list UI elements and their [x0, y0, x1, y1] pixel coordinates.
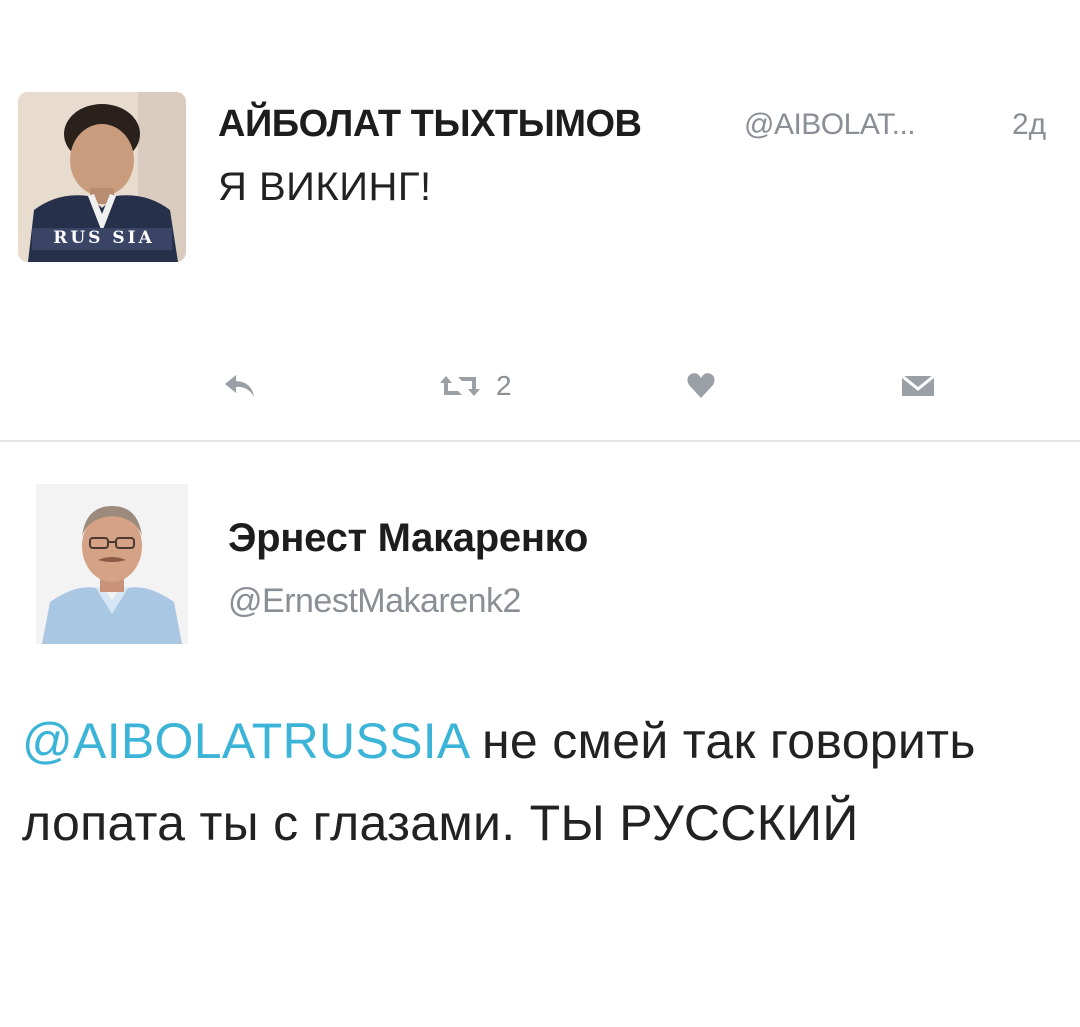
tweet-text: Я ВИКИНГ! [218, 165, 432, 209]
avatar-aibolat[interactable]: RUS SIA [18, 92, 186, 262]
author-handle[interactable]: @AIBOLAT... [744, 108, 916, 142]
reply-icon [225, 375, 254, 397]
tweet-time[interactable]: 2д [1012, 108, 1046, 142]
tweet-1: RUS SIA АЙБОЛАТ ТЫХТЫМОВ @AIBOLAT... 2д … [0, 0, 1080, 440]
tweet-text: @AIBOLATRUSSIA не смей так говорить лопа… [22, 700, 1062, 864]
heart-icon [687, 373, 715, 398]
tweet-divider [0, 440, 1080, 442]
retweet-icon [440, 376, 480, 396]
reply-button[interactable] [222, 368, 258, 404]
author-name[interactable]: АЙБОЛАТ ТЫХТЫМОВ [218, 103, 642, 146]
avatar-ernest[interactable] [36, 484, 188, 644]
author-name[interactable]: Эрнест Макаренко [228, 516, 588, 561]
envelope-icon [901, 374, 935, 396]
retweet-count: 2 [496, 370, 512, 401]
author-handle[interactable]: @ErnestMakarenk2 [228, 582, 521, 621]
avatar-image [36, 484, 188, 644]
like-button[interactable] [686, 368, 716, 404]
direct-message-button[interactable] [900, 368, 936, 404]
avatar-jacket-text: RUS SIA [53, 228, 155, 248]
retweet-button[interactable]: 2 [438, 368, 512, 404]
mention-link[interactable]: @AIBOLATRUSSIA [22, 713, 468, 769]
